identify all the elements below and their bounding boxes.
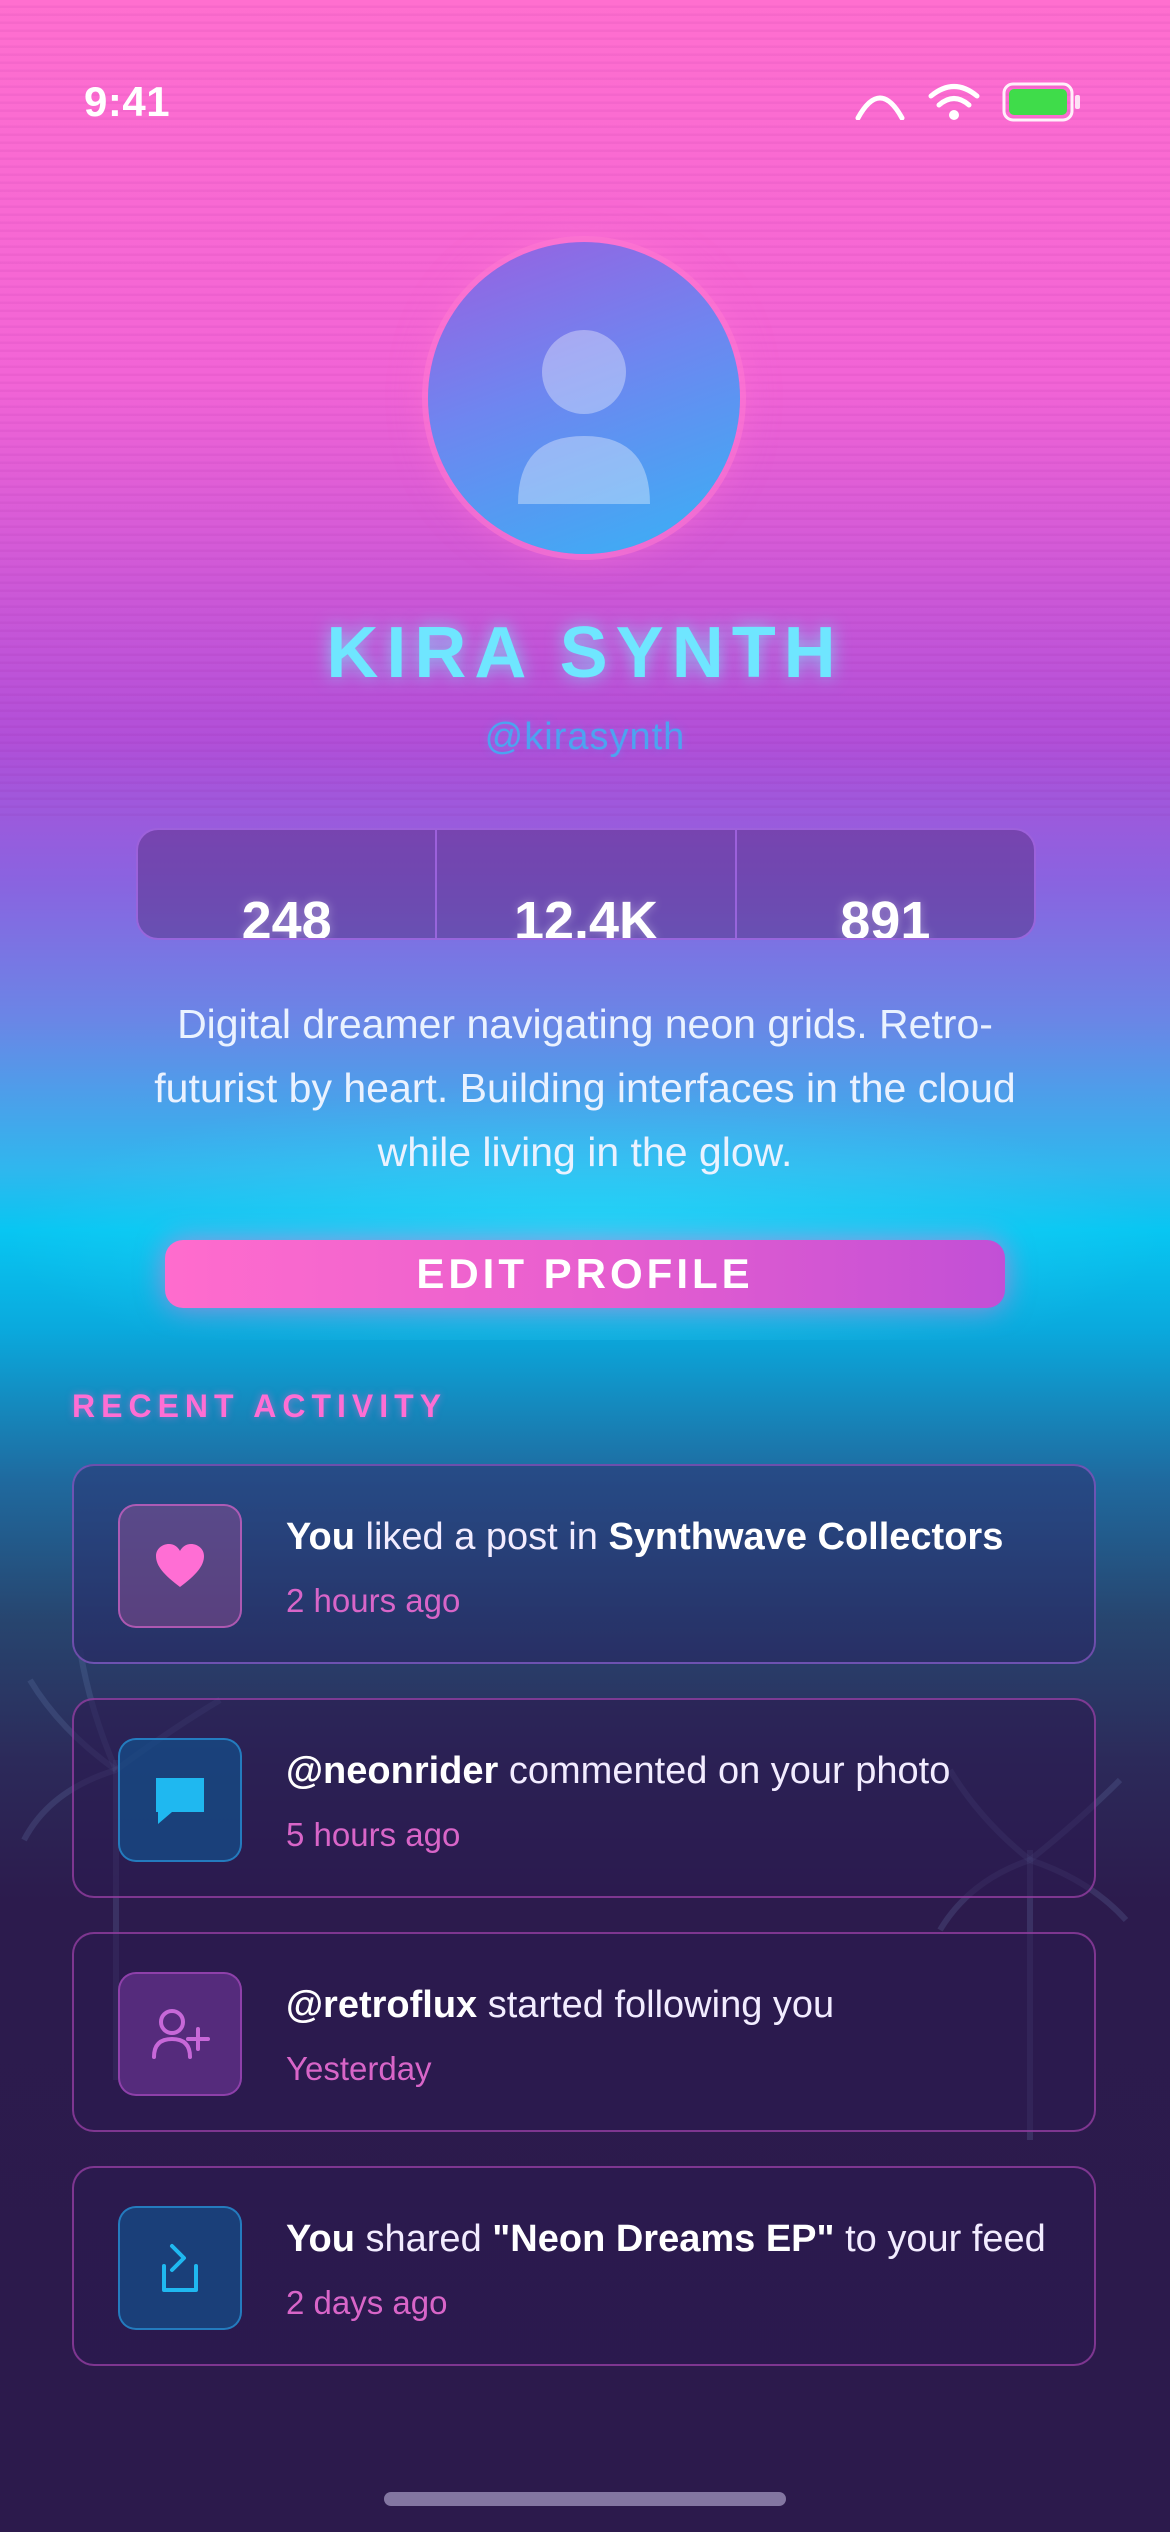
heart-icon: [118, 1504, 242, 1628]
profile-bio: Digital dreamer navigating neon grids. R…: [154, 1001, 1016, 1175]
activity-actor[interactable]: @retroflux: [286, 1984, 477, 2026]
activity-action: shared: [354, 2218, 493, 2260]
status-icons: [854, 78, 1082, 126]
activity-actor: You: [286, 2218, 355, 2260]
stat-value: 891: [840, 891, 931, 940]
activity-text: @retroflux started following you: [286, 1984, 1064, 2027]
wifi-icon: [928, 84, 980, 120]
activity-item[interactable]: @retroflux started following you Yesterd…: [72, 1932, 1096, 2132]
stat-value: 248: [241, 891, 332, 940]
activity-target[interactable]: "Neon Dreams EP": [492, 2218, 834, 2260]
activity-suffix: to your feed: [834, 2218, 1046, 2260]
battery-icon: [1002, 82, 1080, 122]
activity-time: Yesterday: [286, 2050, 432, 2087]
signal-icon: [855, 95, 905, 120]
stat-following[interactable]: 891: [734, 830, 1034, 940]
share-icon: [118, 2206, 242, 2330]
activity-actor: You: [286, 1516, 355, 1558]
home-indicator[interactable]: [384, 2492, 786, 2506]
user-silhouette-icon: [518, 330, 650, 504]
activity-text: You liked a post in Synthwave Collectors: [286, 1516, 1064, 1559]
profile-avatar[interactable]: [428, 242, 740, 554]
activity-text: You shared "Neon Dreams EP" to your feed: [286, 2218, 1064, 2261]
activity-item[interactable]: @neonrider commented on your photo 5 hou…: [72, 1698, 1096, 1898]
activity-target[interactable]: Synthwave Collectors: [608, 1516, 1003, 1558]
comment-icon: [118, 1738, 242, 1862]
activity-time: 2 days ago: [286, 2284, 448, 2321]
activity-item[interactable]: You liked a post in Synthwave Collectors…: [72, 1464, 1096, 1664]
profile-stats: 248 12.4K 891: [136, 828, 1036, 940]
activity-action: started following you: [477, 1984, 835, 2026]
recent-activity-heading: RECENT ACTIVITY: [72, 1388, 448, 1424]
activity-time: 5 hours ago: [286, 1816, 461, 1853]
activity-text: @neonrider commented on your photo: [286, 1750, 1064, 1793]
activity-action: commented on your photo: [498, 1750, 951, 1792]
profile-handle: @kirasynth: [484, 716, 686, 758]
activity-action: liked a post in: [354, 1516, 609, 1558]
stat-value: 12.4K: [513, 891, 659, 940]
status-bar: 9:41: [0, 0, 1170, 200]
activity-time: 2 hours ago: [286, 1582, 461, 1619]
activity-item[interactable]: You shared "Neon Dreams EP" to your feed…: [72, 2166, 1096, 2366]
edit-profile-button[interactable]: EDIT PROFILE: [165, 1240, 1005, 1308]
profile-name: KIRA SYNTH: [326, 613, 844, 693]
stat-posts[interactable]: 248: [138, 830, 435, 938]
activity-actor[interactable]: @neonrider: [286, 1750, 498, 1792]
stat-followers[interactable]: 12.4K: [435, 830, 734, 938]
user-plus-icon: [118, 1972, 242, 2096]
status-time: 9:41: [84, 78, 171, 125]
